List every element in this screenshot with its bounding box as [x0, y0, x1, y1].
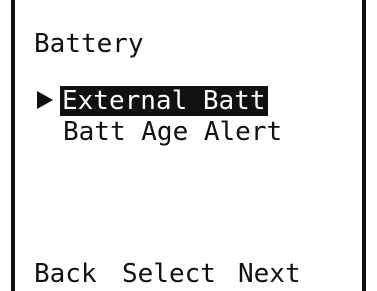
next-softkey[interactable]: Next: [238, 259, 301, 289]
menu-item-external-batt[interactable]: External Batt: [60, 86, 268, 116]
menu-item-batt-age-alert[interactable]: Batt Age Alert: [63, 117, 282, 147]
right-triangle-icon: [37, 91, 53, 109]
device-screen: Battery External Batt Batt Age Alert Bac…: [0, 0, 377, 291]
screen-title: Battery: [34, 29, 144, 59]
back-softkey[interactable]: Back: [34, 259, 97, 289]
left-frame-border: [11, 0, 15, 291]
select-softkey[interactable]: Select: [122, 259, 216, 289]
right-frame-border: [362, 0, 366, 291]
